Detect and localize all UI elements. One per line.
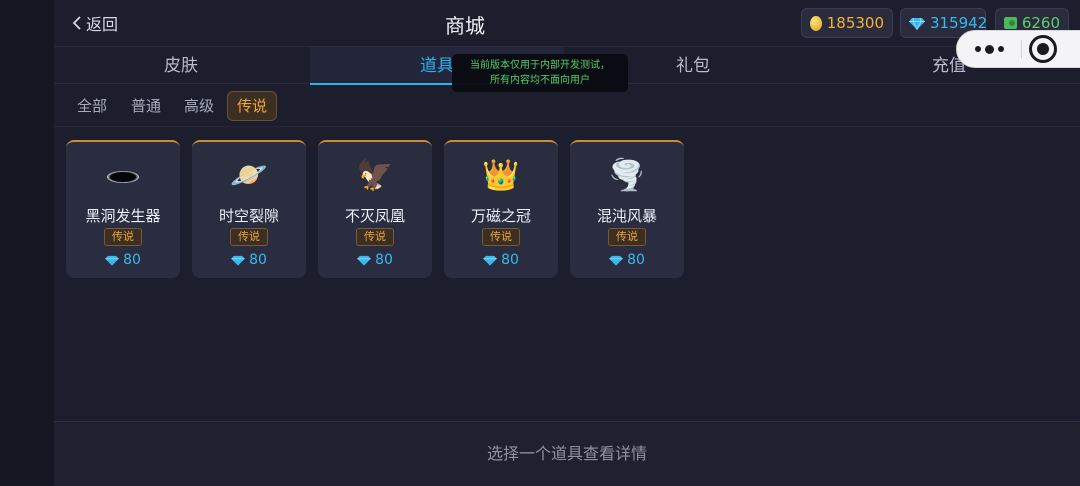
price-value: 80 [249, 252, 267, 268]
item-card[interactable]: 🦅 不灭凤凰 传说 80 [318, 140, 432, 278]
detail-panel: 选择一个道具查看详情 [54, 421, 1080, 486]
diamond-icon [105, 255, 119, 266]
diamond-icon [483, 255, 497, 266]
item-price: 80 [318, 252, 432, 268]
diamond-icon [231, 255, 245, 266]
coin-icon [810, 15, 822, 31]
detail-hint: 选择一个道具查看详情 [486, 444, 647, 463]
eagle-icon: 🦅 [356, 158, 394, 193]
diamond-icon [609, 255, 623, 266]
filter-advanced[interactable]: 高级 [181, 91, 217, 121]
filter-legendary[interactable]: 传说 [227, 91, 277, 121]
item-card[interactable]: 黑洞发生器 传说 80 [66, 140, 180, 278]
item-name: 混沌风暴 [596, 207, 657, 225]
miniprogram-capsule [956, 30, 1080, 68]
black-hole-icon [66, 158, 180, 194]
header: 返回 商城 185300 315942 6260 [54, 0, 1080, 46]
item-name: 万磁之冠 [470, 207, 531, 225]
left-margin [0, 0, 54, 486]
more-button[interactable] [957, 31, 1021, 67]
coin-amount: 185300 [826, 14, 884, 32]
rarity-badge: 传说 [482, 228, 520, 246]
toast-line-1: 当前版本仅用于内部开发测试， [470, 60, 610, 71]
price-value: 80 [501, 252, 519, 268]
planet-icon: 🪐 [230, 158, 268, 193]
item-name: 时空裂隙 [218, 207, 279, 225]
rarity-badge: 传说 [608, 228, 646, 246]
item-name: 黑洞发生器 [85, 207, 161, 225]
item-card[interactable]: 👑 万磁之冠 传说 80 [444, 140, 558, 278]
rarity-filters: 全部 普通 高级 传说 [54, 85, 1080, 127]
crown-icon: 👑 [482, 158, 520, 193]
item-price: 80 [444, 252, 558, 268]
rarity-badge: 传说 [104, 228, 142, 246]
page-title: 商城 [445, 14, 485, 38]
filter-all[interactable]: 全部 [74, 91, 110, 121]
capsule-divider [1021, 40, 1022, 58]
item-card[interactable]: 🪐 时空裂隙 传说 80 [192, 140, 306, 278]
filter-normal[interactable]: 普通 [128, 91, 164, 121]
dot-icon [984, 44, 994, 54]
coin-balance: 185300 [801, 8, 893, 38]
diamond-icon [357, 255, 371, 266]
price-value: 80 [123, 252, 141, 268]
tornado-icon: 🌪️ [608, 158, 646, 193]
diamond-icon [909, 17, 925, 30]
price-value: 80 [627, 252, 645, 268]
item-card[interactable]: 🌪️ 混沌风暴 传说 80 [570, 140, 684, 278]
item-price: 80 [192, 252, 306, 268]
rarity-badge: 传说 [230, 228, 268, 246]
item-price: 80 [66, 252, 180, 268]
rarity-badge: 传说 [356, 228, 394, 246]
banknote-icon [1004, 17, 1017, 29]
dot-icon [997, 46, 1004, 52]
dot-icon [974, 46, 981, 52]
price-value: 80 [375, 252, 393, 268]
tab-skins[interactable]: 皮肤 [54, 47, 308, 85]
shop-app: 返回 商城 185300 315942 6260 皮肤 道具 礼包 充值 当前版… [54, 0, 1080, 486]
item-price: 80 [570, 252, 684, 268]
item-name: 不灭凤凰 [344, 207, 405, 225]
close-target-icon[interactable] [1029, 35, 1057, 63]
